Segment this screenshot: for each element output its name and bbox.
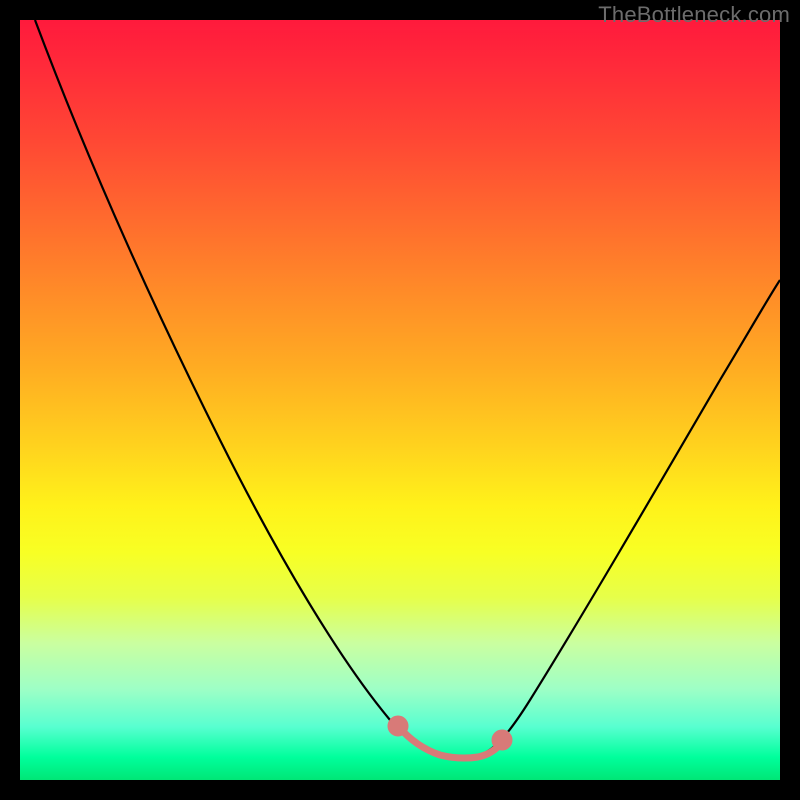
marker-segment [391,719,509,758]
plot-area [20,20,780,780]
plot-svg [20,20,780,780]
chart-frame: TheBottleneck.com [0,0,800,800]
main-curve [35,20,780,758]
watermark-text: TheBottleneck.com [598,2,790,28]
